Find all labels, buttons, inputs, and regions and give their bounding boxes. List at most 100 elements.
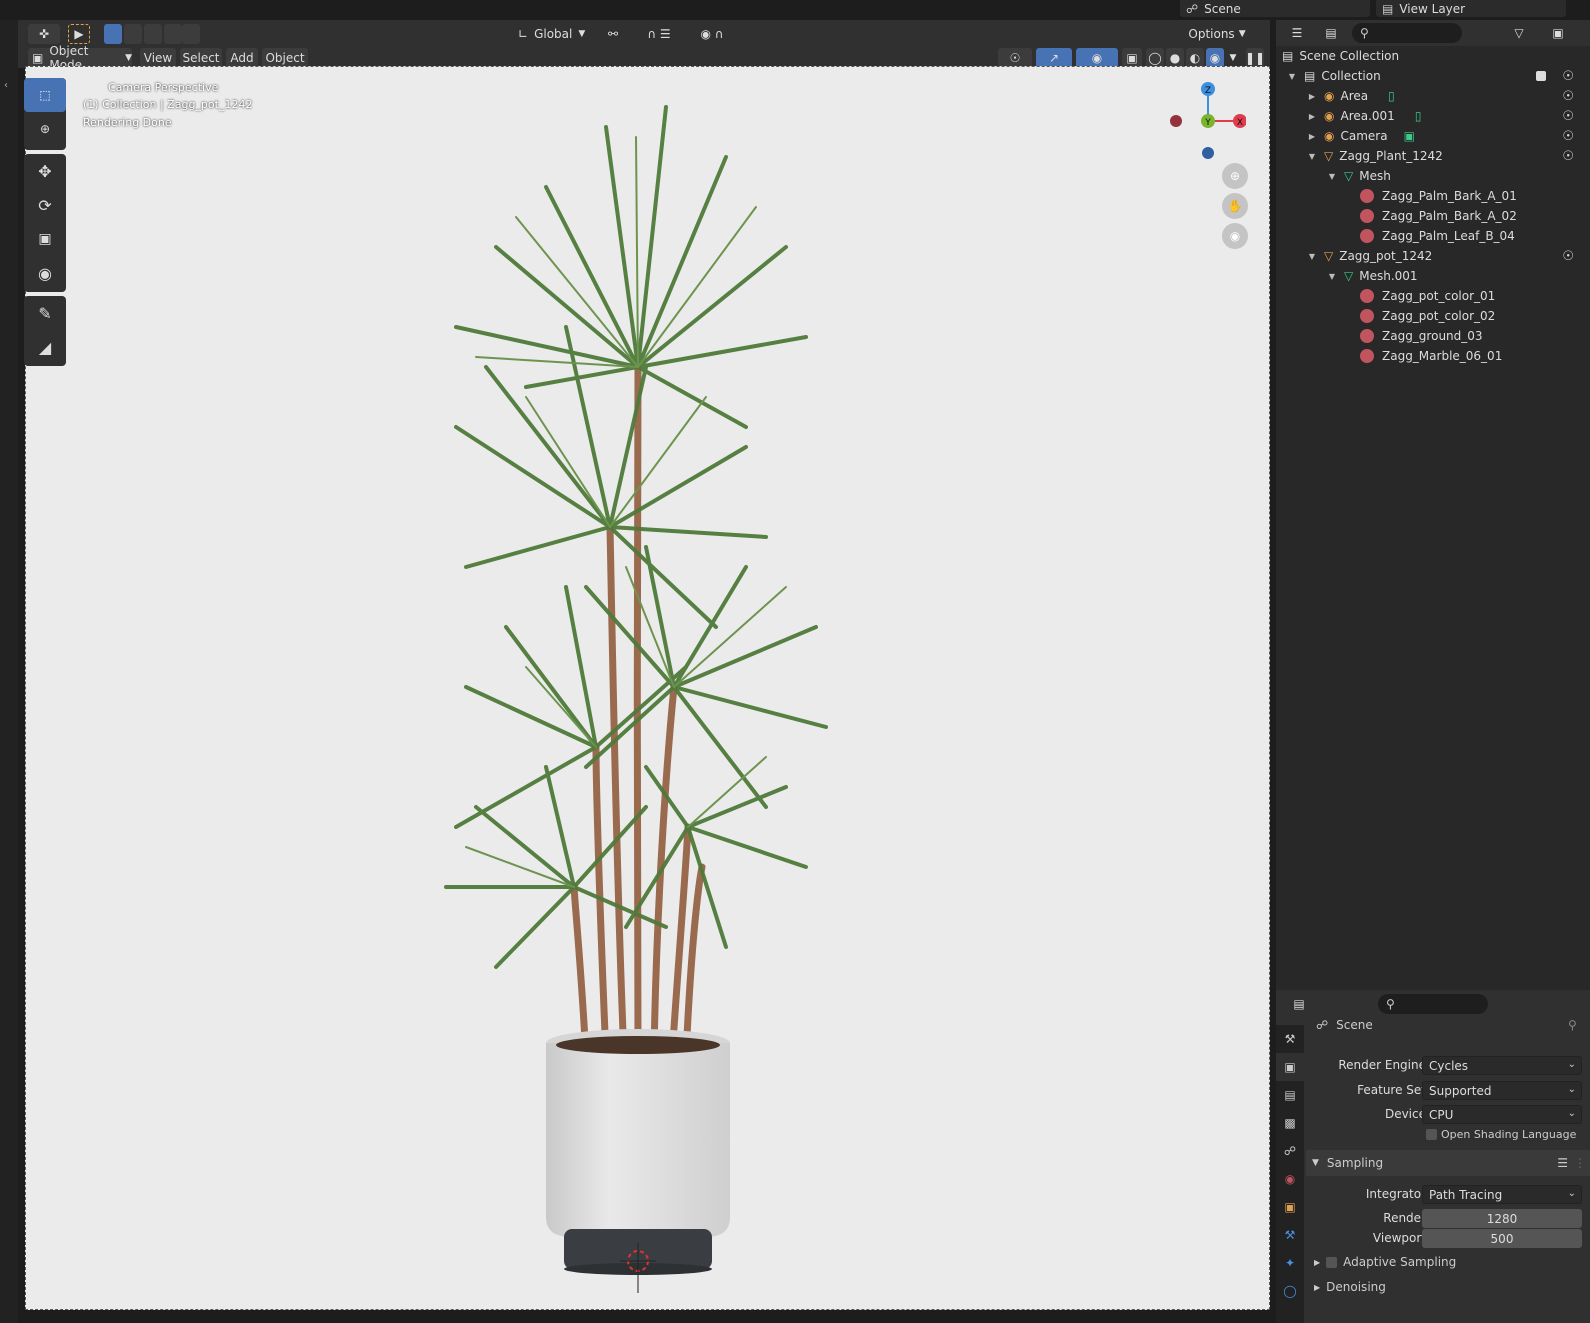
properties-search-input[interactable]: ⚲ bbox=[1378, 994, 1488, 1014]
select-new-icon[interactable] bbox=[104, 24, 122, 44]
expand-arrow-icon[interactable]: ▼ bbox=[1306, 252, 1318, 261]
eye-icon[interactable]: ☉ bbox=[1562, 69, 1574, 84]
scene-tab[interactable]: ☍ bbox=[1276, 1137, 1304, 1165]
presets-list-icon[interactable]: ☰ bbox=[1557, 1156, 1568, 1170]
eye-icon[interactable]: ☉ bbox=[1562, 249, 1574, 264]
view-layer-tab[interactable]: ▩ bbox=[1276, 1109, 1304, 1137]
outliner-row-camera[interactable]: ▶ ◉ Camera ▣ ☉ bbox=[1276, 126, 1590, 146]
outliner-row-material[interactable]: Zagg_Palm_Leaf_B_04 bbox=[1276, 226, 1590, 246]
eye-icon[interactable]: ☉ bbox=[1562, 129, 1574, 144]
render-engine-dropdown[interactable]: Cycles ⌄ bbox=[1422, 1056, 1582, 1075]
rotate-tool[interactable]: ⟳ bbox=[24, 188, 66, 222]
checkbox-icon[interactable] bbox=[1326, 1256, 1338, 1268]
outliner-row-material[interactable]: Zagg_Palm_Bark_A_02 bbox=[1276, 206, 1590, 226]
expand-arrow-icon[interactable]: ▶ bbox=[1306, 112, 1318, 121]
expand-arrow-icon[interactable]: ▼ bbox=[1326, 272, 1338, 281]
visibility-dropdown[interactable]: ☉ bbox=[998, 48, 1032, 68]
select-mode-button[interactable]: ▶ bbox=[68, 24, 90, 44]
particles-tab[interactable]: ✦ bbox=[1276, 1249, 1304, 1277]
render-tab[interactable]: ▣ bbox=[1276, 1053, 1304, 1081]
physics-tab[interactable]: ◯ bbox=[1276, 1277, 1304, 1305]
rendered-shading-button[interactable]: ◉ bbox=[1206, 48, 1224, 68]
material-shading-button[interactable]: ◐ bbox=[1186, 48, 1204, 68]
select-subtract-icon[interactable] bbox=[144, 24, 162, 44]
solid-shading-button[interactable]: ● bbox=[1166, 48, 1184, 68]
render-samples-field[interactable]: 1280 bbox=[1422, 1209, 1582, 1228]
transform-tool[interactable]: ◉ bbox=[24, 256, 66, 290]
outliner-editor-type[interactable]: ☰ bbox=[1282, 23, 1312, 43]
osl-checkbox-row[interactable]: Open Shading Language bbox=[1426, 1128, 1576, 1141]
annotate-tool[interactable]: ✎ bbox=[24, 296, 66, 330]
modifier-tab[interactable]: ⚒ bbox=[1276, 1221, 1304, 1249]
menu-select[interactable]: Select bbox=[180, 48, 222, 68]
outliner-row-area[interactable]: ▶ ◉ Area ▯ ☉ bbox=[1276, 86, 1590, 106]
checkbox-icon[interactable] bbox=[1536, 71, 1546, 81]
transform-orientation-dropdown[interactable]: ∟ Global ▼ bbox=[514, 24, 590, 44]
shading-options-dropdown[interactable]: ▼ bbox=[1226, 48, 1240, 68]
device-dropdown[interactable]: CPU ⌄ bbox=[1422, 1105, 1582, 1124]
menu-object[interactable]: Object bbox=[262, 48, 308, 68]
pan-hand-icon[interactable]: ✋ bbox=[1222, 193, 1248, 219]
outliner-row-area001[interactable]: ▶ ◉ Area.001 ▯ ☉ bbox=[1276, 106, 1590, 126]
sampling-panel-header[interactable]: ▼ Sampling ☰ ⋮ bbox=[1306, 1150, 1590, 1176]
wireframe-shading-button[interactable]: ◯ bbox=[1146, 48, 1164, 68]
measure-tool[interactable]: ◢ bbox=[24, 330, 66, 364]
menu-add[interactable]: Add bbox=[226, 48, 258, 68]
display-mode-dropdown[interactable]: ▤ bbox=[1316, 23, 1346, 43]
outliner-scene-collection[interactable]: ▤ Scene Collection bbox=[1276, 46, 1590, 66]
outliner-row-plant[interactable]: ▼ ▽ Zagg_Plant_1242 ☉ bbox=[1276, 146, 1590, 166]
pin-icon[interactable]: ⚲ bbox=[1568, 1018, 1577, 1032]
xray-toggle[interactable]: ▣ bbox=[1122, 48, 1142, 68]
menu-view[interactable]: View bbox=[140, 48, 176, 68]
new-collection-button[interactable]: ▣ bbox=[1546, 23, 1570, 43]
outliner-row-material[interactable]: Zagg_pot_color_02 bbox=[1276, 306, 1590, 326]
feature-set-dropdown[interactable]: Supported ⌄ bbox=[1422, 1081, 1582, 1100]
filter-dropdown[interactable]: ▽ bbox=[1504, 23, 1534, 43]
navigation-gizmo[interactable]: Z X Y bbox=[1166, 81, 1247, 161]
outliner-row-material[interactable]: Zagg_ground_03 bbox=[1276, 326, 1590, 346]
3d-viewport[interactable]: Camera Perspective (1) Collection | Zagg… bbox=[25, 66, 1270, 1310]
mode-dropdown[interactable]: ▣ Object Mode ▼ bbox=[28, 44, 132, 72]
camera-view-icon[interactable]: ◉ bbox=[1222, 223, 1248, 249]
cursor-tool[interactable]: ⊕ bbox=[24, 112, 66, 146]
expand-arrow-icon[interactable]: ▶ bbox=[1306, 92, 1318, 101]
checkbox-icon[interactable] bbox=[1426, 1129, 1437, 1140]
scale-tool[interactable]: ▣ bbox=[24, 222, 66, 256]
pause-render-button[interactable]: ❚❚ bbox=[1245, 48, 1265, 68]
pivot-point-button[interactable]: ⚯ bbox=[598, 24, 628, 44]
select-invert-icon[interactable] bbox=[164, 24, 182, 44]
drag-handle-icon[interactable]: ⋮ bbox=[1574, 1156, 1586, 1170]
select-box-tool[interactable]: ⬚ bbox=[24, 78, 66, 112]
outliner-row-collection[interactable]: ▼ ▤ Collection ☉ bbox=[1276, 66, 1590, 86]
denoising-row[interactable]: ▶ Denoising bbox=[1314, 1280, 1386, 1294]
viewport-samples-field[interactable]: 500 bbox=[1422, 1229, 1582, 1248]
adaptive-sampling-row[interactable]: ▶ Adaptive Sampling bbox=[1314, 1255, 1456, 1269]
integrator-dropdown[interactable]: Path Tracing ⌄ bbox=[1422, 1185, 1582, 1204]
scene-selector[interactable]: ☍ Scene bbox=[1180, 0, 1370, 17]
proportional-editing-button[interactable]: ◉ ∩ bbox=[692, 24, 732, 44]
select-extend-icon[interactable] bbox=[124, 24, 142, 44]
eye-icon[interactable]: ☉ bbox=[1562, 89, 1574, 104]
output-tab[interactable]: ▤ bbox=[1276, 1081, 1304, 1109]
editor-type-button[interactable]: ✜ bbox=[28, 24, 60, 44]
world-tab[interactable]: ◉ bbox=[1276, 1165, 1304, 1193]
expand-arrow-icon[interactable]: ▼ bbox=[1306, 152, 1318, 161]
properties-editor-type[interactable]: ▤ bbox=[1284, 994, 1314, 1014]
snapping-button[interactable]: ∩ ☰ bbox=[634, 24, 684, 44]
expand-arrow-icon[interactable]: ▼ bbox=[1286, 72, 1298, 81]
object-tab[interactable]: ▣ bbox=[1276, 1193, 1304, 1221]
collapse-arrow-icon[interactable]: ‹ bbox=[4, 80, 8, 91]
eye-icon[interactable]: ☉ bbox=[1562, 109, 1574, 124]
options-dropdown[interactable]: Options ▼ bbox=[1184, 24, 1250, 44]
outliner-row-pot[interactable]: ▼ ▽ Zagg_pot_1242 ☉ bbox=[1276, 246, 1590, 266]
overlays-toggle[interactable]: ◉ bbox=[1076, 48, 1118, 68]
outliner-search-input[interactable]: ⚲ bbox=[1352, 23, 1462, 43]
zoom-icon[interactable]: ⊕ bbox=[1222, 163, 1248, 189]
expand-arrow-icon[interactable]: ▶ bbox=[1306, 132, 1318, 141]
outliner-row-mesh001[interactable]: ▼ ▽ Mesh.001 bbox=[1276, 266, 1590, 286]
outliner-row-mesh[interactable]: ▼ ▽ Mesh bbox=[1276, 166, 1590, 186]
outliner-row-material[interactable]: Zagg_Palm_Bark_A_01 bbox=[1276, 186, 1590, 206]
expand-arrow-icon[interactable]: ▼ bbox=[1326, 172, 1338, 181]
tool-tab[interactable]: ⚒ bbox=[1276, 1025, 1304, 1053]
eye-icon[interactable]: ☉ bbox=[1562, 149, 1574, 164]
